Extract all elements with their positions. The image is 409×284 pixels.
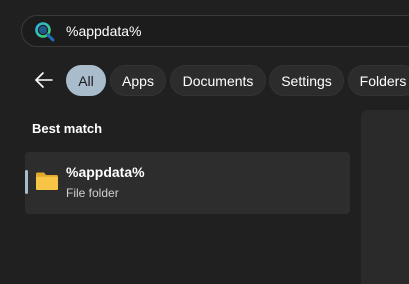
filter-chip-all[interactable]: All: [66, 65, 106, 96]
filter-chip-folders[interactable]: Folders: [348, 65, 409, 96]
back-arrow-icon[interactable]: [34, 70, 54, 90]
selection-indicator: [25, 170, 28, 194]
section-title: Best match: [32, 121, 103, 136]
search-input[interactable]: %appdata%: [66, 23, 142, 39]
filter-chip-label: Documents: [182, 72, 254, 89]
search-bar[interactable]: %appdata%: [21, 15, 409, 47]
filter-chip-label: Settings: [281, 72, 332, 89]
filter-chip-label: All: [78, 72, 94, 89]
filter-chip-settings[interactable]: Settings: [269, 65, 344, 96]
preview-panel: [361, 110, 409, 284]
search-icon: [34, 21, 56, 43]
folder-icon: [35, 171, 59, 191]
filter-chip-apps[interactable]: Apps: [110, 65, 166, 96]
result-subtitle: File folder: [66, 186, 119, 200]
best-match-result[interactable]: %appdata% File folder: [25, 152, 350, 214]
filter-chip-label: Folders: [359, 72, 407, 89]
result-title: %appdata%: [66, 164, 145, 180]
filter-chip-documents[interactable]: Documents: [170, 65, 266, 96]
filter-chip-label: Apps: [122, 72, 154, 89]
